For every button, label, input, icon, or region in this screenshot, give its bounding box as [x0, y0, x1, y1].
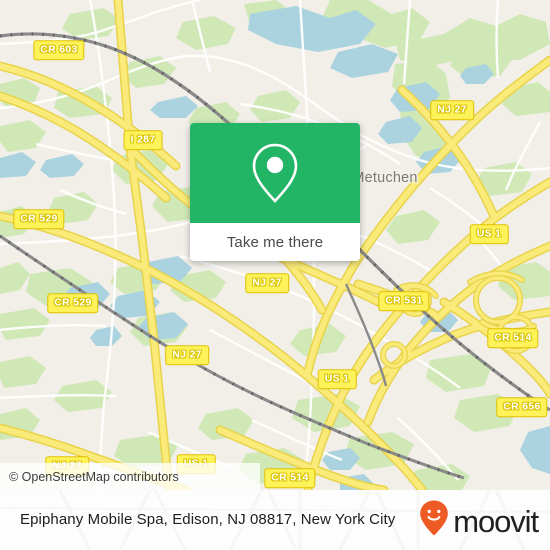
- moovit-smiley-pin-icon: [419, 499, 449, 542]
- road-shield-nj-27-center[interactable]: NJ 27: [245, 273, 289, 293]
- moovit-logo[interactable]: moovit: [419, 499, 539, 542]
- road-shield-cr-514-bottom[interactable]: CR 514: [264, 468, 316, 488]
- map-attribution: © OpenStreetMap contributors: [0, 463, 260, 490]
- map-pin-icon: [250, 142, 300, 204]
- road-shield-cr-531[interactable]: CR 531: [378, 291, 430, 311]
- road-shield-cr-529-lower[interactable]: CR 529: [47, 293, 99, 313]
- road-shield-i-287[interactable]: I 287: [123, 130, 163, 150]
- road-shield-cr-514-right[interactable]: CR 514: [487, 328, 539, 348]
- location-popup-card[interactable]: Take me there: [190, 123, 360, 261]
- road-shield-cr-656[interactable]: CR 656: [496, 397, 548, 417]
- take-me-there-button[interactable]: Take me there: [190, 223, 360, 261]
- road-shield-cr-529-upper[interactable]: CR 529: [13, 209, 65, 229]
- popup-marker-area: [190, 123, 360, 223]
- place-title: Epiphany Mobile Spa, Edison, NJ 08817, N…: [20, 511, 396, 528]
- road-shield-us-1-right[interactable]: US 1: [469, 224, 509, 244]
- moovit-wordmark: moovit: [453, 503, 539, 539]
- bottom-info-bar: Epiphany Mobile Spa, Edison, NJ 08817, N…: [0, 490, 550, 550]
- road-shield-us-1-center[interactable]: US 1: [317, 369, 357, 389]
- place-label-metuchen: Metuchen: [352, 170, 418, 186]
- road-shield-nj-27-lower-left[interactable]: NJ 27: [165, 345, 209, 365]
- road-shield-cr-603[interactable]: CR 603: [33, 40, 85, 60]
- screenshot-root: Metuchen CR 603 I 287 CR 529 NJ 27 US 1 …: [0, 0, 550, 550]
- take-me-there-label: Take me there: [226, 233, 324, 251]
- road-shield-nj-27-top-right[interactable]: NJ 27: [430, 100, 474, 120]
- map-canvas[interactable]: Metuchen CR 603 I 287 CR 529 NJ 27 US 1 …: [0, 0, 550, 490]
- attribution-text: © OpenStreetMap contributors: [9, 469, 179, 484]
